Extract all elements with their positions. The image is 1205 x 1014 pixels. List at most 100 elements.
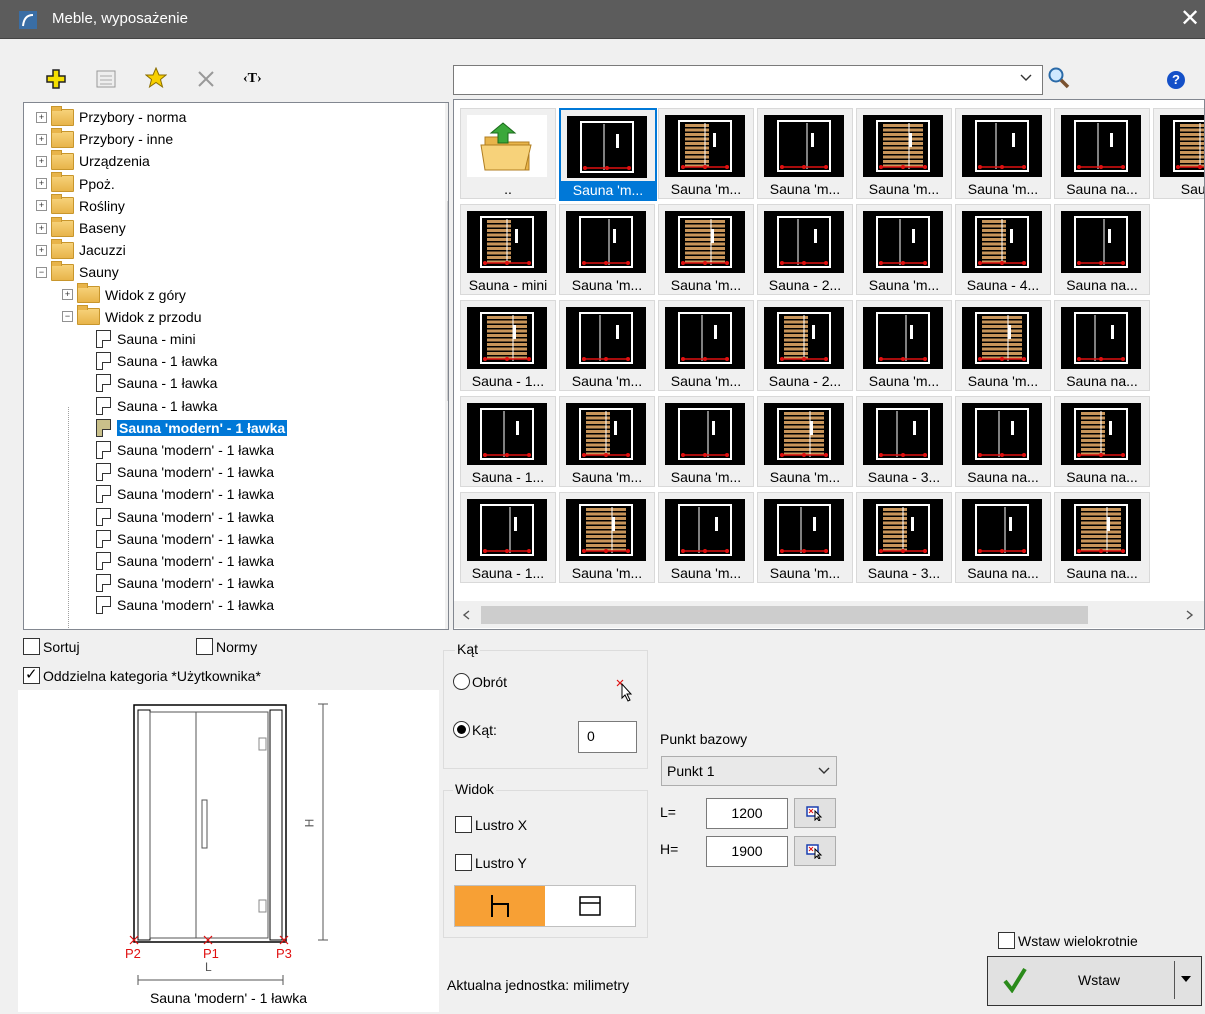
properties-icon[interactable]: [95, 68, 117, 90]
pick-length-button[interactable]: [794, 798, 836, 828]
expand-icon[interactable]: +: [36, 111, 47, 123]
sauna-thumbnail[interactable]: Sauna - 1...: [460, 492, 556, 583]
sauna-thumbnail[interactable]: Sauna na...: [1054, 492, 1150, 583]
sauna-thumbnail[interactable]: Sauna - 3...: [856, 396, 952, 487]
wstaw-wielokrotnie-checkbox-box[interactable]: [998, 932, 1015, 949]
tree-folder-item[interactable]: + Ppoż.: [36, 172, 115, 195]
gallery-scrollbar-thumb[interactable]: [481, 606, 1088, 624]
normy-checkbox[interactable]: Normy: [196, 638, 257, 655]
sauna-thumbnail[interactable]: Sauna 'm...: [559, 204, 655, 295]
expand-icon[interactable]: +: [62, 289, 73, 301]
pick-angle-icon[interactable]: [614, 678, 638, 705]
lustro-y-checkbox[interactable]: Lustro Y: [455, 854, 527, 871]
sauna-thumbnail[interactable]: Sauna - 4...: [955, 204, 1051, 295]
sauna-thumbnail[interactable]: Sauna 'm...: [559, 492, 655, 583]
sauna-thumbnail[interactable]: Sauna - 3...: [856, 492, 952, 583]
category-tree[interactable]: + Przybory - norma + Przybory - inne + Urządz…: [23, 102, 449, 630]
tree-file-item[interactable]: Sauna - 1 ławka: [96, 350, 217, 372]
parent-folder-thumbnail[interactable]: ..: [460, 108, 556, 199]
sauna-thumbnail[interactable]: Sauna 'm...: [559, 108, 657, 201]
kat-input[interactable]: 0: [578, 721, 637, 753]
sauna-thumbnail[interactable]: Sauna - 2...: [757, 300, 853, 391]
tree-folder-item[interactable]: + Baseny: [36, 216, 126, 239]
text-tool-button[interactable]: ‹T›: [243, 71, 262, 87]
search-icon[interactable]: [1047, 66, 1071, 93]
tree-file-item[interactable]: Sauna - 1 ławka: [96, 395, 217, 417]
tree-file-item[interactable]: Sauna 'modern' - 1 ławka: [96, 483, 274, 505]
sauna-thumbnail[interactable]: Sauna 'm...: [658, 108, 754, 199]
tree-file-item[interactable]: Sauna 'modern' - 1 ławka: [96, 528, 274, 550]
close-icon[interactable]: ✕: [1180, 4, 1200, 33]
tree-folder-item[interactable]: + Widok z góry: [62, 283, 186, 306]
tree-folder-item[interactable]: + Rośliny: [36, 194, 125, 217]
delete-icon[interactable]: [195, 68, 217, 90]
search-combobox[interactable]: [453, 65, 1043, 95]
tree-file-item[interactable]: Sauna 'modern' - 1 ławka: [96, 550, 274, 572]
thumbnail-gallery[interactable]: .. Sauna 'm... Sauna 'm... Sauna 'm... Sauna…: [453, 99, 1205, 630]
tree-file-item[interactable]: Sauna - 1 ławka: [96, 372, 217, 394]
tree-file-item[interactable]: Sauna 'modern' - 1 ławka: [96, 439, 274, 461]
tree-folder-item[interactable]: + Przybory - norma: [36, 105, 186, 128]
tree-file-item[interactable]: Sauna 'modern' - 1 ławka: [96, 461, 274, 483]
sauna-thumbnail[interactable]: Sauna 'm...: [757, 492, 853, 583]
lustro-x-checkbox[interactable]: Lustro X: [455, 816, 527, 833]
collapse-icon[interactable]: −: [36, 266, 47, 278]
gallery-horizontal-scrollbar[interactable]: [454, 601, 1204, 628]
chevron-down-icon[interactable]: [1020, 72, 1032, 86]
punkt-bazowy-select[interactable]: Punkt 1: [661, 756, 837, 786]
oddzielna-checkbox-box[interactable]: [23, 665, 40, 684]
expand-icon[interactable]: +: [36, 244, 47, 256]
front-view-toggle[interactable]: [455, 886, 545, 926]
expand-icon[interactable]: +: [36, 155, 47, 167]
tree-folder-item[interactable]: + Urządzenia: [36, 149, 150, 172]
expand-icon[interactable]: +: [36, 200, 47, 212]
tree-file-item[interactable]: Sauna 'modern' - 1 ławka: [96, 572, 274, 594]
sauna-thumbnail[interactable]: Sauna 'm...: [658, 492, 754, 583]
kat-radio[interactable]: Kąt:: [453, 721, 497, 738]
sauna-thumbnail[interactable]: Sauna - 1...: [460, 396, 556, 487]
tree-folder-item[interactable]: − Widok z przodu: [62, 305, 201, 328]
dropdown-arrow-icon[interactable]: [1181, 976, 1191, 983]
sauna-thumbnail[interactable]: Sauna 'm...: [658, 204, 754, 295]
collapse-icon[interactable]: −: [62, 311, 73, 323]
sauna-thumbnail[interactable]: Sauna 'm...: [856, 108, 952, 199]
expand-icon[interactable]: +: [36, 133, 47, 145]
tree-file-item[interactable]: Sauna 'modern' - 1 ławka: [96, 594, 274, 616]
h-input[interactable]: 1900: [706, 836, 788, 867]
sauna-thumbnail[interactable]: Sauna - mini: [460, 204, 556, 295]
sauna-thumbnail[interactable]: Sauna 'm...: [856, 300, 952, 391]
wstaw-wielokrotnie-checkbox[interactable]: Wstaw wielokrotnie: [998, 932, 1138, 949]
l-input[interactable]: 1200: [706, 798, 788, 829]
chevron-down-icon[interactable]: [818, 763, 830, 779]
sauna-thumbnail[interactable]: Sauna 'm...: [559, 396, 655, 487]
obrot-radio[interactable]: Obrót: [453, 673, 507, 690]
sauna-thumbnail[interactable]: Sauna - 1...: [460, 300, 556, 391]
sauna-thumbnail[interactable]: Sauna 'm...: [955, 108, 1051, 199]
sauna-thumbnail[interactable]: Sauna na...: [1054, 108, 1150, 199]
sauna-thumbnail[interactable]: Sauna 'm...: [757, 396, 853, 487]
sauna-thumbnail[interactable]: Sauna 'm...: [955, 300, 1051, 391]
add-icon[interactable]: [45, 68, 67, 90]
sauna-thumbnail[interactable]: Sauna 'm...: [757, 108, 853, 199]
sortuj-checkbox[interactable]: Sortuj: [23, 638, 80, 655]
sauna-thumbnail[interactable]: Sauna na...: [955, 396, 1051, 487]
lustro-y-checkbox-box[interactable]: [455, 854, 472, 871]
tree-vertical-scrollbar[interactable]: [445, 103, 448, 629]
sauna-thumbnail[interactable]: Sauna na...: [1054, 396, 1150, 487]
sauna-thumbnail[interactable]: Sauna 'm...: [856, 204, 952, 295]
normy-checkbox-box[interactable]: [196, 638, 213, 655]
tree-file-item[interactable]: Sauna 'modern' - 1 ławka: [96, 417, 288, 439]
pick-height-button[interactable]: [794, 836, 836, 866]
sauna-thumbnail[interactable]: Sauna: [1153, 108, 1204, 199]
sauna-thumbnail[interactable]: Sauna - 2...: [757, 204, 853, 295]
tree-folder-item[interactable]: + Przybory - inne: [36, 127, 173, 150]
kat-radio-button[interactable]: [453, 721, 470, 738]
oddzielna-kategoria-checkbox[interactable]: Oddzielna kategoria *Użytkownika*: [23, 665, 261, 684]
help-icon[interactable]: ?: [1167, 71, 1185, 89]
lustro-x-checkbox-box[interactable]: [455, 816, 472, 833]
tree-file-item[interactable]: Sauna - mini: [96, 328, 196, 350]
wstaw-button[interactable]: Wstaw: [987, 956, 1202, 1006]
sauna-thumbnail[interactable]: Sauna na...: [1054, 204, 1150, 295]
sauna-thumbnail[interactable]: Sauna 'm...: [658, 300, 754, 391]
obrot-radio-button[interactable]: [453, 673, 470, 690]
